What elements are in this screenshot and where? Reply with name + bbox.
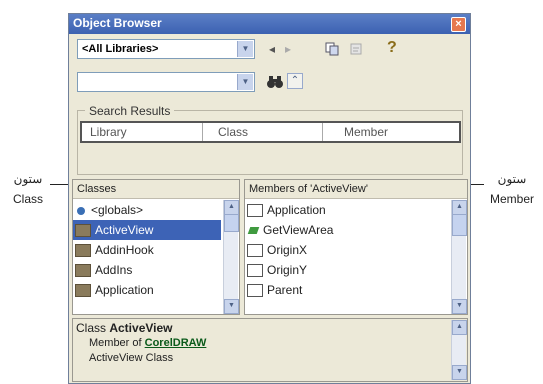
scroll-up-button[interactable]: ▲ bbox=[452, 320, 467, 335]
details-scrollbar[interactable]: ▲ ▼ bbox=[451, 320, 467, 380]
scroll-down-button[interactable]: ▼ bbox=[452, 365, 467, 380]
class-item-label: AddIns bbox=[95, 263, 133, 277]
classes-header: Classes bbox=[73, 180, 239, 199]
details-description: ActiveView Class bbox=[89, 352, 174, 364]
help-icon[interactable]: ? bbox=[387, 39, 397, 57]
library-link[interactable]: CorelDRAW bbox=[145, 337, 207, 349]
list-item[interactable]: Application bbox=[245, 200, 449, 220]
classes-scrollbar[interactable]: ▲ ▼ bbox=[223, 200, 239, 314]
class-item-label: AddinHook bbox=[95, 243, 154, 257]
class-item-label: <globals> bbox=[91, 203, 144, 217]
class-icon bbox=[75, 224, 91, 238]
forward-icon[interactable]: ▸ bbox=[285, 42, 291, 56]
title-bar: Object Browser × bbox=[69, 14, 470, 34]
binoculars-icon[interactable] bbox=[266, 74, 284, 90]
column-divider bbox=[322, 123, 323, 141]
back-icon[interactable]: ◂ bbox=[269, 42, 275, 56]
member-item-label: OriginX bbox=[267, 243, 308, 257]
property-icon bbox=[247, 244, 263, 258]
property-icon bbox=[247, 284, 263, 298]
copy-icon[interactable] bbox=[325, 42, 339, 56]
scroll-thumb[interactable] bbox=[224, 214, 239, 232]
library-combo-value: <All Libraries> bbox=[82, 43, 159, 55]
member-item-label: GetViewArea bbox=[263, 223, 334, 237]
scroll-up-button[interactable]: ▲ bbox=[452, 200, 467, 215]
members-panel: Members of 'ActiveView' Application GetV… bbox=[244, 179, 468, 315]
details-class-name: ActiveView bbox=[109, 321, 173, 335]
annotation-member-arabic: ستون bbox=[497, 172, 527, 186]
details-class-prefix: Class bbox=[76, 321, 110, 335]
column-class[interactable]: Class bbox=[218, 125, 248, 139]
members-list: Application GetViewArea OriginX OriginY … bbox=[245, 200, 449, 300]
scroll-down-button[interactable]: ▼ bbox=[224, 299, 239, 314]
details-member-prefix: Member of bbox=[89, 337, 145, 349]
property-icon bbox=[247, 204, 263, 218]
search-results-header: Library Class Member bbox=[80, 121, 461, 143]
list-item[interactable]: <globals> bbox=[73, 200, 221, 220]
class-item-label: Application bbox=[95, 283, 154, 297]
annotation-class-label: Class bbox=[12, 192, 43, 206]
column-divider bbox=[202, 123, 203, 141]
chevron-down-icon[interactable]: ▼ bbox=[237, 41, 253, 57]
toggle-results-button[interactable]: ⌃ bbox=[287, 73, 303, 89]
list-item[interactable]: AddinHook bbox=[73, 240, 221, 260]
globals-icon bbox=[77, 206, 85, 215]
class-icon bbox=[75, 264, 91, 278]
window-title: Object Browser bbox=[73, 16, 162, 30]
annotation-class-arabic: ستون bbox=[13, 172, 43, 186]
library-combo[interactable]: <All Libraries> ▼ bbox=[77, 39, 255, 59]
scroll-up-button[interactable]: ▲ bbox=[224, 200, 239, 215]
class-item-label: ActiveView bbox=[95, 223, 154, 237]
member-item-label: OriginY bbox=[267, 263, 308, 277]
details-member-line: Member of CorelDRAW bbox=[89, 337, 206, 349]
close-button[interactable]: × bbox=[451, 17, 466, 32]
member-item-label: Application bbox=[267, 203, 326, 217]
list-item[interactable]: GetViewArea bbox=[245, 220, 449, 240]
details-pane: Class ActiveView Member of CorelDRAW Act… bbox=[72, 318, 468, 382]
chevron-down-icon[interactable]: ▼ bbox=[237, 74, 253, 90]
list-item-selected[interactable]: ActiveView bbox=[73, 220, 221, 240]
view-definition-icon[interactable] bbox=[349, 42, 363, 56]
annotation-member-label: Member bbox=[489, 192, 534, 206]
list-item[interactable]: Parent bbox=[245, 280, 449, 300]
scroll-thumb[interactable] bbox=[452, 214, 467, 236]
list-item[interactable]: OriginY bbox=[245, 260, 449, 280]
object-browser-window: Object Browser × <All Libraries> ▼ ◂ ▸ ?… bbox=[68, 13, 471, 384]
classes-panel: Classes <globals> ActiveView AddinHook A… bbox=[72, 179, 240, 315]
method-icon bbox=[247, 227, 260, 235]
member-item-label: Parent bbox=[267, 283, 303, 297]
classes-list: <globals> ActiveView AddinHook AddIns Ap… bbox=[73, 200, 221, 300]
column-library[interactable]: Library bbox=[90, 125, 127, 139]
property-icon bbox=[247, 264, 263, 278]
members-header: Members of 'ActiveView' bbox=[245, 180, 467, 199]
members-scrollbar[interactable]: ▲ ▼ bbox=[451, 200, 467, 314]
list-item[interactable]: Application bbox=[73, 280, 221, 300]
class-icon bbox=[75, 244, 91, 258]
scroll-down-button[interactable]: ▼ bbox=[452, 299, 467, 314]
class-icon bbox=[75, 284, 91, 298]
column-member[interactable]: Member bbox=[344, 125, 388, 139]
search-results-label: Search Results bbox=[85, 104, 175, 118]
details-class-line: Class ActiveView bbox=[76, 321, 173, 335]
list-item[interactable]: OriginX bbox=[245, 240, 449, 260]
list-item[interactable]: AddIns bbox=[73, 260, 221, 280]
search-combo[interactable]: ▼ bbox=[77, 72, 255, 92]
